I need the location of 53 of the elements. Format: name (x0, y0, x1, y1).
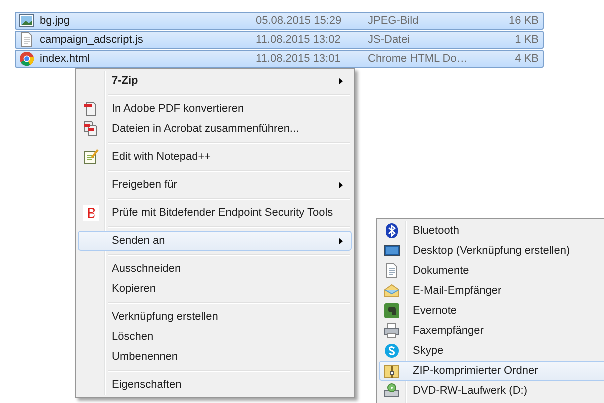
menu-item[interactable]: Dateien in Acrobat zusammenführen... (78, 119, 352, 139)
file-row[interactable]: bg.jpg 05.08.2015 15:29 JPEG-Bild 16 KB (15, 12, 544, 30)
menu-item[interactable]: Desktop (Verknüpfung erstellen) (379, 241, 604, 261)
menu-item[interactable]: DVD-RW-Laufwerk (D:) (379, 381, 604, 401)
menu-item[interactable]: Verknüpfung erstellen (78, 307, 352, 327)
file-type: Chrome HTML Do… (368, 53, 468, 65)
document-icon (384, 263, 400, 279)
chat-s-icon (384, 343, 400, 359)
document-icon (19, 32, 35, 48)
file-type: JPEG-Bild (368, 15, 419, 27)
menu-item[interactable]: Eigenschaften (78, 375, 352, 395)
printer-icon (384, 323, 400, 339)
menu-item[interactable]: In Adobe PDF konvertieren (78, 99, 352, 119)
file-name: campaign_adscript.js (40, 34, 144, 46)
menu-item[interactable]: Löschen (78, 327, 352, 347)
pdf-document-icon (83, 101, 99, 117)
browser-icon (19, 51, 35, 67)
bluetooth-icon (384, 223, 400, 239)
menu-item[interactable]: Edit with Notepad++ (78, 147, 352, 167)
file-size: 16 KB (509, 15, 539, 27)
disc-drive-icon (384, 383, 400, 399)
file-date: 11.08.2015 13:01 (256, 53, 341, 65)
menu-item[interactable]: Senden an (78, 231, 352, 251)
menu-item[interactable]: Umbenennen (78, 347, 352, 367)
menu-item[interactable]: ZIP-komprimierter Ordner (379, 361, 604, 381)
file-row[interactable]: index.html 11.08.2015 13:01 Chrome HTML Do… 4 KB (15, 50, 544, 68)
menu-item[interactable]: Bluetooth (379, 221, 604, 241)
menu-item[interactable]: Dokumente (379, 261, 604, 281)
menu-item[interactable]: Skype (379, 341, 604, 361)
menu-item[interactable]: Evernote (379, 301, 604, 321)
file-row[interactable]: campaign_adscript.js 11.08.2015 13:02 JS-Datei 1 KB (15, 31, 544, 49)
menu-item[interactable]: Freigeben für (78, 175, 352, 195)
pdf-documents-icon (83, 121, 99, 137)
file-size: 1 KB (515, 34, 539, 46)
file-type: JS-Datei (368, 34, 410, 46)
notepad-icon (83, 149, 99, 165)
menu-item[interactable]: Faxempfänger (379, 321, 604, 341)
shield-b-icon (83, 205, 99, 221)
file-name: bg.jpg (40, 15, 70, 27)
menu-item[interactable]: E-Mail-Empfänger (379, 281, 604, 301)
zip-folder-icon (384, 363, 400, 379)
file-date: 11.08.2015 13:02 (256, 34, 341, 46)
file-size: 4 KB (515, 53, 539, 65)
image-file-icon (19, 13, 35, 29)
menu-item[interactable]: Ausschneiden (78, 259, 352, 279)
file-date: 05.08.2015 15:29 (256, 15, 342, 27)
menu-item[interactable]: Kopieren (78, 279, 352, 299)
menu-item[interactable]: 7-Zip (78, 71, 352, 91)
envelope-icon (384, 283, 400, 299)
elephant-icon (384, 303, 400, 319)
monitor-icon (384, 243, 400, 259)
menu-item[interactable]: Prüfe mit Bitdefender Endpoint Security Tools (78, 203, 352, 223)
file-name: index.html (40, 53, 90, 65)
